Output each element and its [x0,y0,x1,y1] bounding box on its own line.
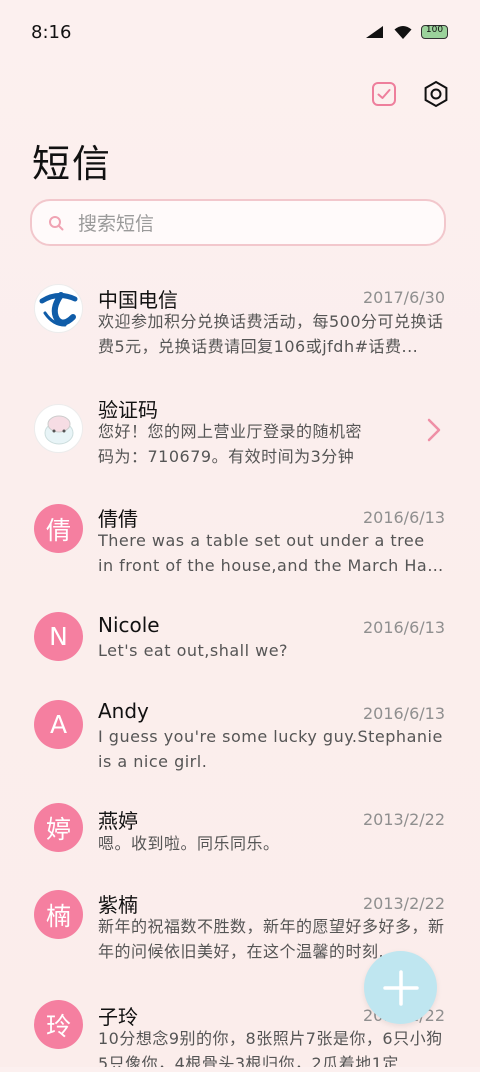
conversation-item[interactable]: A Andy 2016/6/13 I guess you're some luc… [0,684,480,784]
conversation-item[interactable]: 倩 倩倩 2016/6/13 There was a table set out… [0,486,480,591]
page-title: 短信 [32,142,113,186]
plus-icon [382,969,419,1006]
avatar: 婷 [34,803,83,852]
status-time: 8:16 [31,22,72,43]
conversation-preview: 您好！您的网上营业厅登录的随机密码为：710679。有效时间为3分钟 [98,422,363,466]
conversation-item[interactable]: N Nicole 2016/6/13 Let's eat out,shall w… [0,596,480,676]
avatar: 倩 [34,504,83,553]
conversation-item[interactable]: 验证码 您好！您的网上营业厅登录的随机密码为：710679。有效时间为3分钟 [0,376,480,481]
settings-button[interactable] [420,78,452,110]
battery-icon: 100 [421,25,448,39]
avatar: 玲 [34,1000,83,1049]
search-placeholder: 搜索短信 [78,213,155,235]
search-icon [49,215,64,230]
conversation-preview: Let's eat out,shall we? [98,641,289,660]
conversation-date: 2017/6/30 [362,288,445,307]
signal-icon [366,26,383,38]
conversation-item[interactable]: 中国电信 2017/6/30 欢迎参加积分兑换话费活动，每500分可兑换话费5元… [0,266,480,371]
conversation-item[interactable]: 婷 燕婷 2013/2/22 嗯。收到啦。同乐同乐。 [0,788,480,868]
search-bar[interactable]: 搜索短信 [30,199,446,246]
status-icons: 100 [365,24,448,40]
conversation-name: Nicole [98,613,160,637]
conversation-preview: 欢迎参加积分兑换话费活动，每500分可兑换话费5元，兑换话费请回复106或jfd… [98,312,444,356]
conversation-name: Andy [98,699,149,723]
avatar: A [34,700,83,749]
conversation-name: 燕婷 [98,809,138,833]
conversation-date: 2016/6/13 [362,704,445,723]
conversation-date: 2016/6/13 [362,508,445,527]
conversation-preview: There was a table set out under a tree i… [98,531,445,575]
conversation-preview: 嗯。收到啦。同乐同乐。 [98,834,280,853]
conversation-date: 2013/2/22 [362,810,445,829]
checkbox-icon [372,82,396,106]
avatar [34,404,83,453]
cartoon-avatar-icon [44,415,73,444]
conversation-date: 2013/2/22 [362,894,445,913]
battery-level: 100 [425,25,444,35]
conversation-preview: I guess you're some lucky guy.Stephanie … [98,727,443,771]
china-telecom-logo-icon [35,285,82,332]
chevron-right-icon[interactable] [426,418,442,442]
status-bar: 8:16 100 [0,0,480,68]
new-message-button[interactable] [364,951,437,1024]
conversation-date: 2016/6/13 [362,618,445,637]
avatar: 楠 [34,890,83,939]
avatar: N [34,612,83,661]
top-toolbar [368,78,452,110]
select-button[interactable] [368,78,400,110]
wifi-icon [394,26,412,39]
settings-icon [424,80,448,108]
avatar [34,284,83,333]
conversation-preview: 10分想念9别的你，8张照片7张是你，6只小狗5只像你，4根骨头3根归你，2瓜着… [98,1029,443,1067]
